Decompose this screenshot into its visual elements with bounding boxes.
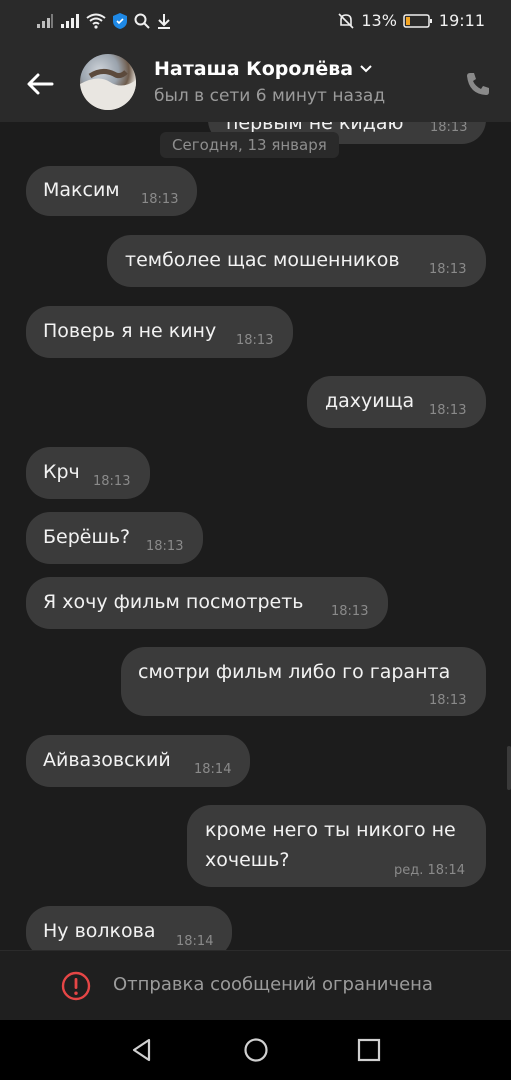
message-text: Крч bbox=[43, 461, 80, 483]
message-text: Ну волкова bbox=[43, 920, 156, 942]
message-text: Максим bbox=[43, 179, 120, 201]
avatar[interactable] bbox=[80, 54, 136, 110]
signal-icon-2 bbox=[61, 14, 79, 28]
message-text: Я хочу фильм посмотреть bbox=[43, 591, 304, 613]
message-time: 18:13 bbox=[146, 539, 184, 554]
chevron-down-icon[interactable] bbox=[359, 64, 373, 74]
contact-name-text: Наташа Королёва bbox=[154, 58, 354, 80]
message-text: Берёшь? bbox=[43, 526, 131, 548]
clock: 19:11 bbox=[438, 11, 485, 30]
message-text: темболее щас мошенников bbox=[125, 249, 400, 271]
message-bubble-incoming[interactable]: Поверь я не кину 18:13 bbox=[26, 306, 293, 358]
message-text: Айвазовский bbox=[43, 749, 171, 771]
phone-icon[interactable] bbox=[464, 70, 492, 98]
message-time: 18:13 bbox=[430, 122, 468, 135]
message-text: смотри фильм либо го гаранта bbox=[138, 661, 451, 683]
battery-percent: 13% bbox=[361, 11, 397, 30]
message-list[interactable]: первым не кидаю 18:13 Сегодня, 13 января… bbox=[0, 122, 511, 950]
search-icon bbox=[134, 13, 150, 29]
message-time: 18:14 bbox=[176, 934, 214, 949]
scrollbar[interactable] bbox=[507, 746, 511, 790]
message-time: 18:13 bbox=[141, 192, 179, 207]
message-bubble-outgoing[interactable]: дахуища 18:13 bbox=[307, 376, 486, 428]
message-bubble-outgoing[interactable]: темболее щас мошенников 18:13 bbox=[107, 235, 486, 287]
message-bubble-incoming[interactable]: Ну волкова 18:14 bbox=[26, 906, 232, 950]
last-seen: был в сети 6 минут назад bbox=[154, 86, 386, 106]
message-time: 18:13 bbox=[93, 474, 131, 489]
home-circle-icon[interactable] bbox=[242, 1036, 270, 1064]
message-time: 18:13 bbox=[429, 693, 467, 708]
mute-icon bbox=[338, 12, 354, 29]
wifi-icon bbox=[86, 13, 106, 29]
back-triangle-icon[interactable] bbox=[128, 1036, 156, 1064]
message-bubble-incoming[interactable]: Айвазовский 18:14 bbox=[26, 735, 250, 787]
message-bubble-outgoing[interactable]: кроме него ты никого не хочешь? ред. 18:… bbox=[187, 805, 486, 887]
system-nav-bar bbox=[0, 1020, 511, 1080]
message-bubble-incoming[interactable]: Я хочу фильм посмотреть 18:13 bbox=[26, 577, 388, 629]
message-text: дахуища bbox=[325, 390, 415, 412]
status-bar: 13% 19:11 bbox=[0, 0, 511, 44]
restriction-text: Отправка сообщений ограничена bbox=[113, 974, 433, 995]
message-bubble-incoming[interactable]: Берёшь? 18:13 bbox=[26, 512, 203, 564]
message-time: 18:13 bbox=[331, 604, 369, 619]
contact-name[interactable]: Наташа Королёва bbox=[154, 58, 373, 80]
back-arrow-icon[interactable] bbox=[22, 66, 58, 102]
message-time: 18:13 bbox=[429, 403, 467, 418]
messaging-restricted-banner: Отправка сообщений ограничена bbox=[0, 950, 511, 1021]
download-icon bbox=[158, 14, 170, 29]
battery-icon bbox=[403, 13, 432, 28]
message-bubble-incoming[interactable]: Крч 18:13 bbox=[26, 447, 150, 499]
message-bubble-outgoing[interactable]: смотри фильм либо го гаранта 18:13 bbox=[121, 647, 486, 716]
shield-icon bbox=[113, 13, 127, 29]
message-text-line2: хочешь? bbox=[205, 849, 290, 871]
message-time: 18:13 bbox=[236, 333, 274, 348]
date-divider: Сегодня, 13 января bbox=[160, 132, 339, 158]
signal-icon bbox=[37, 14, 53, 28]
message-text: Поверь я не кину bbox=[43, 320, 217, 342]
chat-header: Наташа Королёва был в сети 6 минут назад bbox=[0, 44, 511, 122]
message-time: 18:13 bbox=[429, 262, 467, 277]
message-time: ред. 18:14 bbox=[394, 863, 465, 878]
recents-square-icon[interactable] bbox=[355, 1036, 383, 1064]
message-bubble-incoming[interactable]: Максим 18:13 bbox=[26, 166, 197, 216]
message-text-line1: кроме него ты никого не bbox=[205, 819, 456, 841]
warning-icon bbox=[61, 971, 91, 1001]
message-time: 18:14 bbox=[194, 762, 232, 777]
